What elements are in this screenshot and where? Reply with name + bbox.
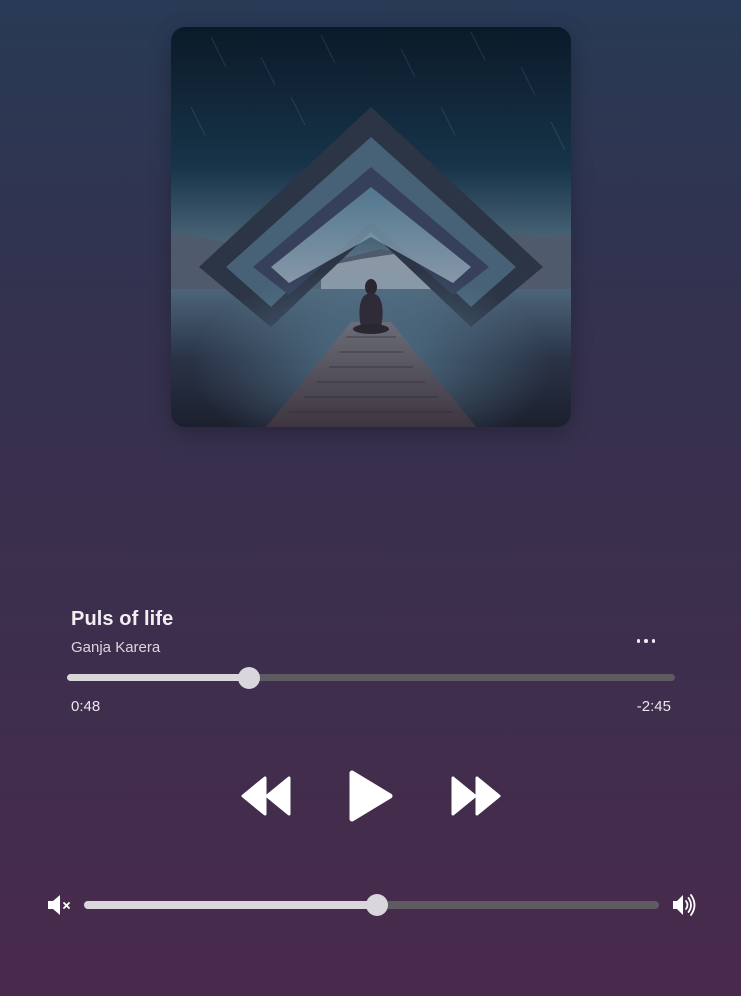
fast-forward-button[interactable] [449, 774, 501, 818]
playback-progress-fill [67, 674, 249, 681]
play-icon [349, 770, 393, 822]
rewind-button[interactable] [241, 774, 293, 818]
time-remaining: -2:45 [636, 698, 671, 715]
track-title: Puls of life [71, 608, 174, 630]
track-artist: Ganja Karera [71, 639, 161, 656]
volume-thumb[interactable] [365, 894, 388, 916]
time-elapsed: 0:48 [71, 698, 101, 715]
volume-mute-icon[interactable] [46, 893, 73, 917]
more-options-button[interactable] [630, 630, 662, 652]
more-horizontal-icon-dot [651, 639, 656, 643]
album-artwork [171, 27, 571, 427]
album-artwork-image [171, 27, 571, 427]
play-button[interactable] [345, 769, 395, 823]
volume-slider[interactable] [84, 894, 659, 916]
volume-high-icon[interactable] [671, 892, 697, 918]
fast-forward-icon [451, 776, 501, 816]
playback-progress-thumb[interactable] [237, 666, 260, 689]
playback-progress-slider[interactable] [67, 666, 675, 689]
more-horizontal-icon [636, 639, 641, 643]
volume-fill [84, 901, 377, 909]
more-horizontal-icon-dot [644, 639, 648, 643]
rewind-icon [241, 776, 291, 816]
